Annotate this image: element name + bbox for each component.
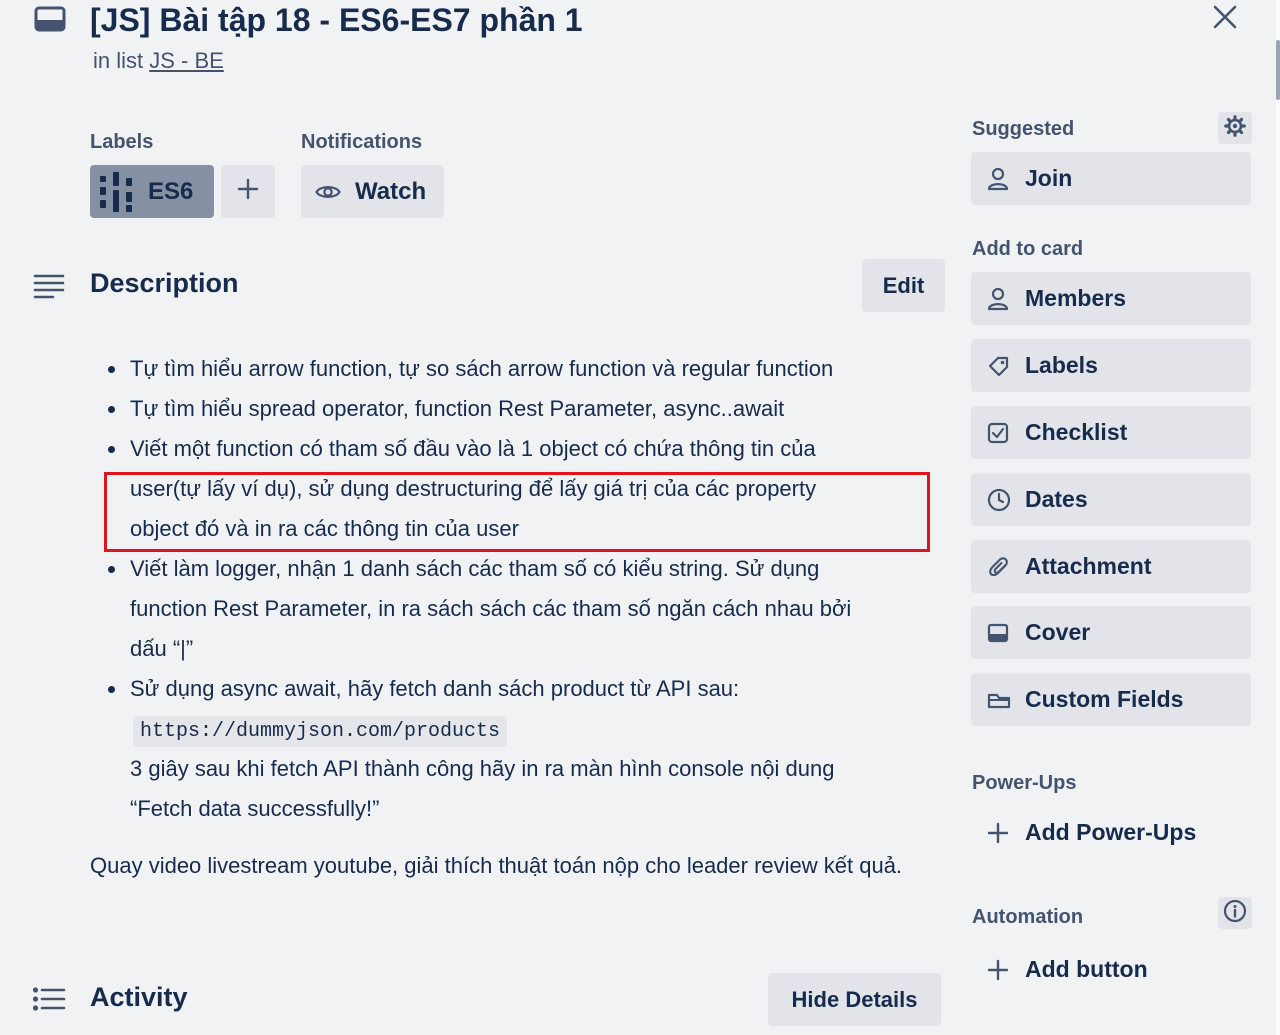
list-item-text: Viết một function có tham số đầu vào là … xyxy=(130,436,816,461)
join-button[interactable]: Join xyxy=(971,152,1251,205)
in-list-prefix: in list xyxy=(93,48,144,73)
person-icon xyxy=(987,167,1009,190)
list-item-text: function Rest Parameter, in ra sách sách… xyxy=(130,596,852,621)
attachment-button-label: Attachment xyxy=(1025,553,1152,579)
list-item-text: “Fetch data successfully!” xyxy=(130,796,380,821)
activity-icon xyxy=(32,986,66,1017)
labels-button[interactable]: Labels xyxy=(971,339,1251,392)
scrollbar-thumb[interactable] xyxy=(1276,40,1280,100)
list-item-text: 3 giây sau khi fetch API thành công hãy … xyxy=(130,756,835,781)
custom-fields-button[interactable]: Custom Fields xyxy=(971,673,1251,726)
list-item-text: Viết làm logger, nhận 1 danh sách các th… xyxy=(130,556,820,581)
annotation-highlight-box xyxy=(104,472,930,552)
list-item-text: Sử dụng async await, hãy fetch danh sách… xyxy=(130,676,740,701)
list-item: Sử dụng async await, hãy fetch danh sách… xyxy=(90,669,940,829)
suggested-settings-button[interactable] xyxy=(1218,112,1252,144)
list-link[interactable]: JS - BE xyxy=(149,48,224,73)
api-url-code: https://dummyjson.com/products xyxy=(133,716,508,747)
list-item: Tự tìm hiểu arrow function, tự so sách a… xyxy=(90,349,940,389)
list-item-text: Tự tìm hiểu arrow function, tự so sách a… xyxy=(130,356,834,381)
close-icon xyxy=(1212,4,1238,35)
add-power-ups-label: Add Power-Ups xyxy=(1025,819,1197,845)
scrollbar[interactable] xyxy=(1276,0,1280,1035)
list-item-text: dấu “|” xyxy=(130,636,194,661)
cover-button[interactable]: Cover xyxy=(971,606,1251,659)
automation-heading: Automation xyxy=(972,906,1084,928)
cover-button-label: Cover xyxy=(1025,619,1091,645)
labels-heading: Labels xyxy=(90,131,154,153)
plus-icon xyxy=(987,822,1009,843)
members-button-label: Members xyxy=(1025,285,1126,311)
add-automation-button[interactable]: Add button xyxy=(971,943,1251,996)
person-icon xyxy=(987,287,1009,310)
gear-icon xyxy=(1224,114,1246,142)
clock-icon xyxy=(987,488,1011,511)
card-title[interactable]: [JS] Bài tập 18 - ES6-ES7 phần 1 xyxy=(90,0,583,40)
hide-details-button[interactable]: Hide Details xyxy=(768,973,941,1026)
power-ups-heading: Power-Ups xyxy=(972,772,1077,794)
list-item: Tự tìm hiểu spread operator, function Re… xyxy=(90,389,940,429)
activity-heading: Activity xyxy=(90,982,188,1012)
info-icon xyxy=(1223,899,1247,928)
suggested-heading: Suggested xyxy=(972,118,1075,140)
description-paragraph: Quay video livestream youtube, giải thíc… xyxy=(90,853,903,878)
close-button[interactable] xyxy=(1204,0,1246,38)
custom-fields-icon xyxy=(987,693,1011,708)
eye-icon xyxy=(315,185,341,198)
checkbox-icon xyxy=(987,422,1009,443)
checklist-button-label: Checklist xyxy=(1025,419,1128,445)
list-item-text: Tự tìm hiểu spread operator, function Re… xyxy=(130,396,785,421)
join-button-label: Join xyxy=(1025,165,1073,191)
add-label-button[interactable] xyxy=(221,165,275,218)
plus-icon xyxy=(987,959,1009,980)
add-to-card-heading: Add to card xyxy=(972,238,1084,260)
dates-button[interactable]: Dates xyxy=(971,473,1251,526)
dates-button-label: Dates xyxy=(1025,486,1088,512)
label-pattern-icon xyxy=(98,171,134,212)
description-icon xyxy=(33,273,65,304)
description-list: Tự tìm hiểu arrow function, tự so sách a… xyxy=(90,349,940,829)
description-content[interactable]: Tự tìm hiểu arrow function, tự so sách a… xyxy=(90,349,940,882)
automation-info-button[interactable] xyxy=(1218,897,1252,929)
card-icon xyxy=(34,6,66,32)
attachment-button[interactable]: Attachment xyxy=(971,540,1251,593)
edit-description-button[interactable]: Edit xyxy=(862,259,945,312)
list-item: Viết làm logger, nhận 1 danh sách các th… xyxy=(90,549,940,669)
label-es6[interactable]: ES6 xyxy=(90,165,214,218)
in-list-text: in list JS - BE xyxy=(93,48,224,74)
add-power-ups-button[interactable]: Add Power-Ups xyxy=(971,806,1251,859)
watch-button[interactable]: Watch xyxy=(301,165,444,218)
checklist-button[interactable]: Checklist xyxy=(971,406,1251,459)
card-detail-dialog: [JS] Bài tập 18 - ES6-ES7 phần 1 in list… xyxy=(0,0,1280,1035)
labels-button-label: Labels xyxy=(1025,352,1098,378)
watch-button-label: Watch xyxy=(355,177,427,205)
members-button[interactable]: Members xyxy=(971,272,1251,325)
add-button-label: Add button xyxy=(1025,956,1148,982)
label-es6-text: ES6 xyxy=(148,177,194,205)
paperclip-icon xyxy=(989,556,1008,576)
description-heading: Description xyxy=(90,268,239,298)
card-cover-icon xyxy=(987,623,1009,642)
custom-fields-button-label: Custom Fields xyxy=(1025,686,1184,712)
plus-icon xyxy=(237,178,259,205)
notifications-heading: Notifications xyxy=(301,131,423,153)
tag-icon xyxy=(988,356,1009,376)
